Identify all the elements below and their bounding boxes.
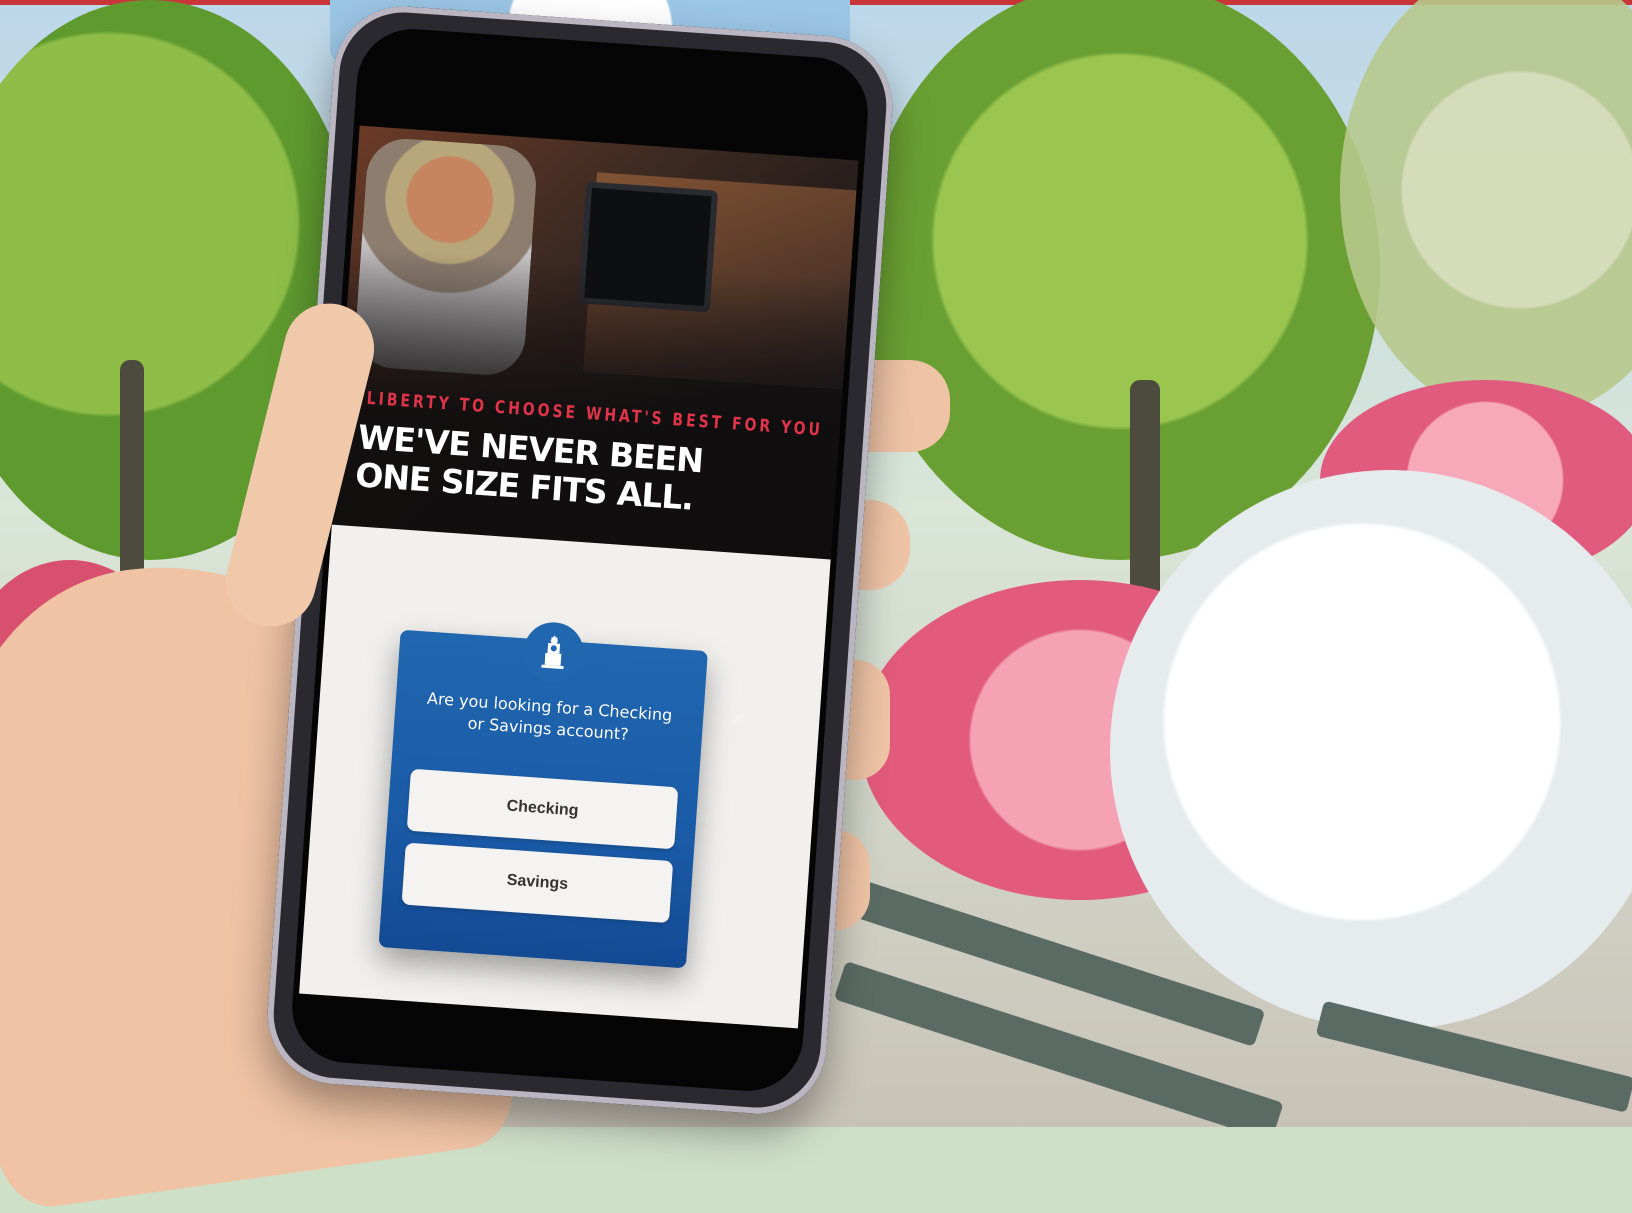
clock-tower-icon [521,620,586,685]
close-icon[interactable]: × [729,708,748,729]
tree-right [1340,0,1632,420]
hero-banner: LIBERTY TO CHOOSE WHAT'S BEST FOR YOU WE… [331,125,859,560]
smartphone: LIBERTY TO CHOOSE WHAT'S BEST FOR YOU WE… [263,1,897,1119]
clock-tower-icon-glyph [541,635,564,670]
phone-screen: LIBERTY TO CHOOSE WHAT'S BEST FOR YOU WE… [288,25,872,1095]
popup-question: Are you looking for a Checking or Saving… [426,688,673,744]
savings-option-button[interactable]: Savings [401,842,674,924]
checking-option-button[interactable]: Checking [406,768,679,850]
park-bench [833,960,1284,1127]
park-bench [1315,1000,1632,1113]
page-content: × Are you looking for a Checking or Savi… [299,524,831,1029]
white-azalea-right [1110,470,1632,1030]
tree-center [860,0,1380,560]
account-type-popup: × Are you looking for a Checking or Savi… [378,620,744,969]
